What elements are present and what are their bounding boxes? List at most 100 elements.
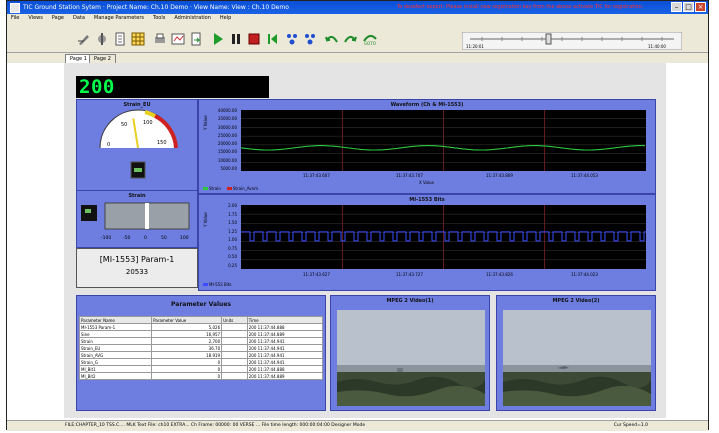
maximize-button[interactable]: □ [683,2,694,12]
video-panel-1: MPEG 2 Video(1) [330,295,490,411]
tab-page-1[interactable]: Page 1 [65,54,92,63]
step-forward-icon[interactable] [303,32,317,46]
table-row[interactable]: Strain_EU 36.70 200 11:37:44.941 [78,344,324,352]
goto-icon[interactable]: GOTO [361,32,379,46]
gauge-panel: Strain_EU 0 50 100 150 [76,99,198,191]
bits-legend: MI-553 Bits [203,282,232,287]
time-slider[interactable]: 11:20:01 11:40:00 [462,32,682,50]
table-row[interactable]: MI_Bit2 0 200 11:37:44.889 [78,372,324,380]
toolbar: GOTO 11:20:01 11:40:00 [7,23,708,53]
table-cell: 200 11:37:44.941 [246,351,324,359]
waveform-x-tick-3: 11:37:44.053 [571,173,598,178]
table-cell: 200 11:37:44.941 [246,358,324,366]
menu-views[interactable]: Views [28,14,42,23]
video-2-title: MPEG 2 Video(2) [552,298,600,304]
bits-chart-title: MI-1553 Bits [409,197,445,203]
table-cell [221,372,248,380]
menu-help[interactable]: Help [220,14,231,23]
export-icon[interactable] [189,32,203,46]
table-row[interactable]: Sine 16,957 200 11:37:44.889 [78,330,324,338]
waveform-plot-area [240,110,646,171]
parameter-table-header: Parameter Name Parameter Value Units Time [78,316,324,324]
video-2-frame[interactable] [503,310,651,406]
video-1-frame[interactable] [337,310,485,406]
slider-end-time: 11:40:00 [648,44,666,49]
table-cell: 16,957 [151,330,223,338]
slider-thumb[interactable] [545,33,552,45]
slider-start-time: 11:20:01 [466,44,484,49]
gauge-tick-1: 50 [121,122,127,128]
bar-tick-0: -100 [101,235,111,241]
forward-arrow-icon[interactable] [343,32,357,46]
table-row[interactable]: Strain 2,700 200 11:37:44.941 [78,337,324,345]
table-cell: 5,026 [151,323,223,331]
print-icon[interactable] [153,32,167,46]
pause-icon[interactable] [229,32,243,46]
page-tabs: Page 1 Page 2 [7,53,708,63]
table-row[interactable]: MI-1553 Param-1 5,026 200 11:37:44.888 [78,323,324,331]
table-cell [221,330,248,338]
tab-page-2[interactable]: Page 2 [89,54,116,63]
close-button[interactable]: × [695,2,706,12]
menu-manage-parameters[interactable]: Manage Parameters [94,14,144,23]
rewind-arrow-icon[interactable] [325,32,339,46]
menu-page[interactable]: Page [52,14,64,23]
table-cell: MI_Bit1 [78,365,153,373]
bits-y-tick-1: 1.75 [228,211,237,217]
table-cell [221,337,248,345]
table-cell: 200 11:37:44.889 [246,330,324,338]
tools-icon[interactable] [95,32,109,46]
table-cell: Strain_AVG [78,351,153,359]
waveform-y-tick-6: 10000.00 [217,157,237,163]
table-cell: 2,700 [151,337,223,345]
window-title: TIC Ground Station Sytem · Project Name:… [23,4,289,11]
waveform-legend: Strain Strain_Avnm [203,186,258,191]
menu-data[interactable]: Data [73,14,85,23]
document-icon[interactable] [113,32,127,46]
table-cell: MI_Bit2 [78,372,153,380]
grid-icon[interactable] [131,32,145,46]
menu-file[interactable]: File [11,14,19,23]
bits-x-axis: 11:37:43.627 11:37:43.727 11:37:43.826 1… [241,272,646,280]
skip-start-icon[interactable] [265,32,279,46]
waveform-ylabel: Y Value [203,115,208,130]
edit-icon[interactable] [77,32,91,46]
parameter-column-0[interactable]: Parameter Name [78,316,153,324]
legend-item-strain: Strain [203,186,221,191]
table-cell: MI-1553 Param-1 [78,323,153,331]
param-value: 20533 [125,268,149,276]
time-clock: 200 11:37:45.030 [76,76,269,120]
menu-administration[interactable]: Administration [174,14,211,23]
chart-edit-icon[interactable] [171,32,185,46]
table-cell: 36.70 [151,344,223,352]
waveform-y-tick-7: 5000.00 [220,166,237,171]
bar-tick-1: -50 [123,235,130,241]
minimize-button[interactable]: – [671,2,682,12]
waveform-x-tick-2: 11:37:43.809 [486,173,513,178]
gauge-tick-2: 100 [143,120,153,126]
dashboard-canvas: 200 11:37:45.030 Strain_EU 0 50 100 150 … [64,63,666,418]
table-cell: 18.919 [151,351,223,359]
table-cell [221,351,248,359]
waveform-chart-panel: Waveform (Ch & MI-1553) Y Value 40000.00… [198,99,656,194]
table-row[interactable]: MI_Bit1 0 200 11:37:44.888 [78,365,324,373]
table-cell: 0 [151,372,223,380]
parameter-column-3[interactable]: Time [246,316,324,324]
table-row[interactable]: Strain_G 0 200 11:37:44.941 [78,358,324,366]
parameter-column-2[interactable]: Units [221,316,248,324]
play-icon[interactable] [211,32,225,46]
bits-x-tick-0: 11:37:43.627 [303,272,330,277]
waveform-x-tick-0: 11:37:43.607 [303,173,330,178]
table-cell: 200 11:37:44.941 [246,344,324,352]
step-back-icon[interactable] [285,32,299,46]
table-cell: Sine [78,330,153,338]
table-cell: 200 11:37:44.889 [246,372,324,380]
bar-gauge: -100 -50 0 50 100 [81,202,190,241]
svg-text:GOTO: GOTO [364,41,376,46]
gauge: 0 50 100 150 [99,109,178,179]
table-cell: 200 11:37:44.888 [246,323,324,331]
menu-tools[interactable]: Tools [153,14,165,23]
table-row[interactable]: Strain_AVG 18.919 200 11:37:44.941 [78,351,324,359]
stop-icon[interactable] [247,32,261,46]
parameter-column-1[interactable]: Parameter Value [151,316,223,324]
